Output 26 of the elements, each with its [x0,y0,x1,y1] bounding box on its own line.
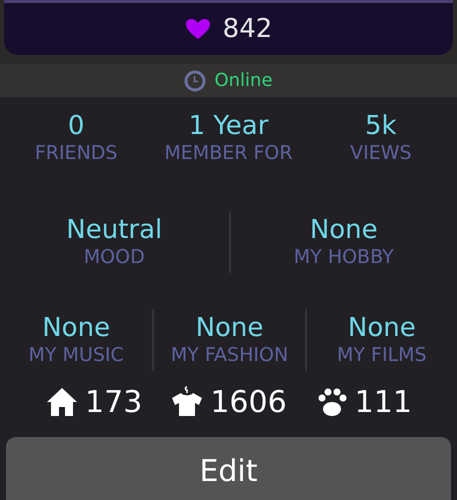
stat-label: MOOD [84,246,145,270]
stat-value: 1 Year [188,110,268,142]
stat-label: MY FILMS [337,344,427,368]
stat-value: None [348,312,416,344]
counter-value: 173 [85,384,142,422]
likes-count: 842 [222,12,272,46]
heart-icon [184,18,211,40]
house-icon [45,385,80,419]
stat-value: None [310,214,378,246]
stat-value: 0 [68,110,84,142]
stat-value: Neutral [66,214,162,246]
stat-value: None [42,312,110,344]
shirt-icon [170,385,204,419]
stat-label: FRIENDS [34,142,118,166]
stat-value: None [196,312,264,344]
stat-value: 5k [365,110,397,142]
clock-icon [184,70,206,92]
counter-value: 111 [354,384,412,422]
edit-button[interactable]: Edit [6,437,451,500]
stat-label: MY MUSIC [28,344,124,368]
online-status: Online [214,69,273,93]
stat-label: MY FASHION [170,344,288,368]
stat-label: MY HOBBY [294,246,394,270]
stat-label: VIEWS [350,142,412,166]
counter-value: 1606 [210,384,287,422]
stat-label: MEMBER FOR [164,142,293,166]
